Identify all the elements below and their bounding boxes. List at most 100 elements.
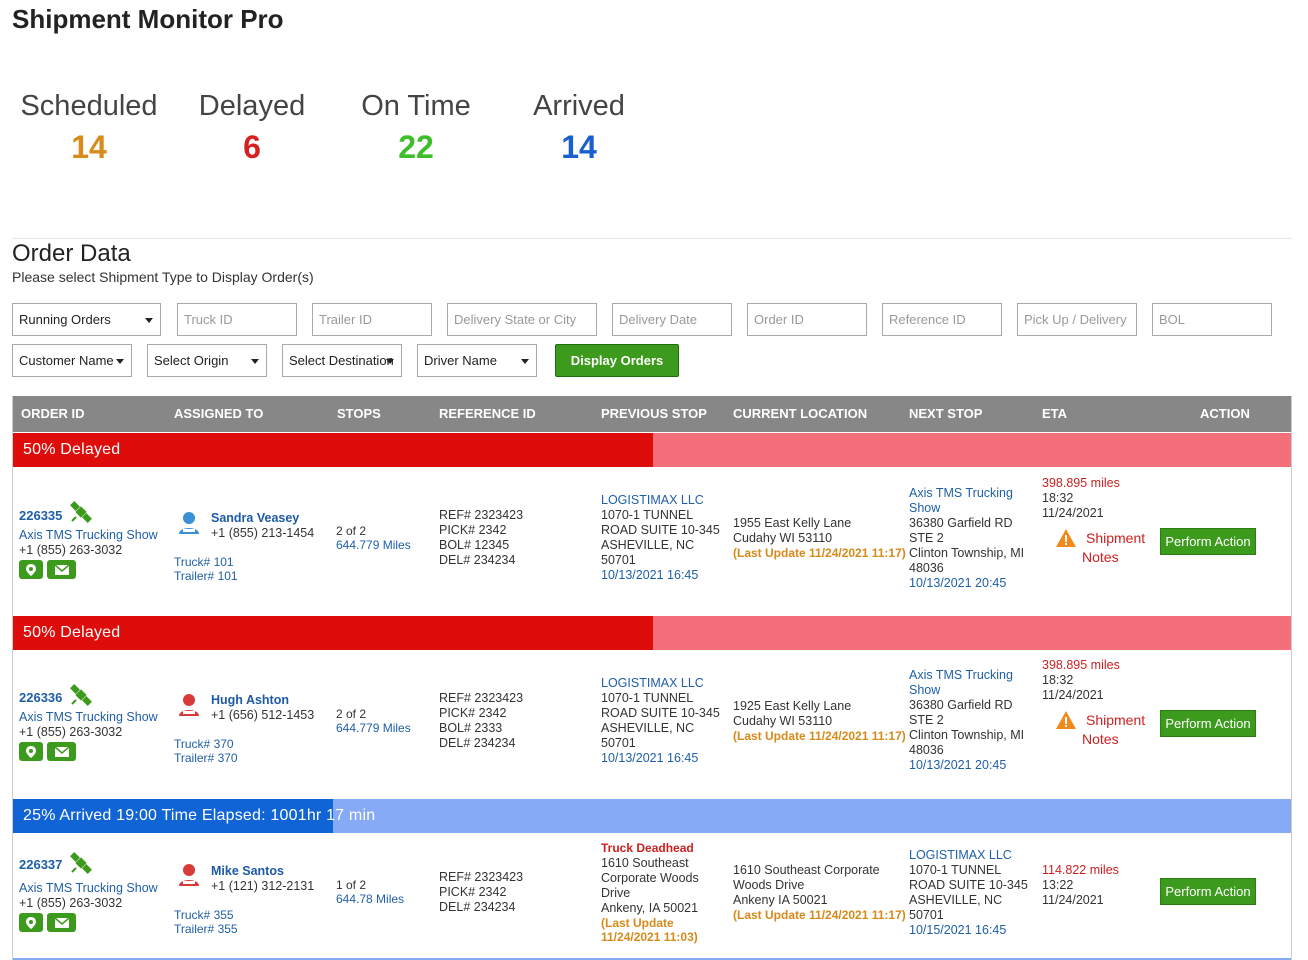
order-id-input[interactable]: Order ID [747,303,867,336]
shipment-notes-link[interactable]: Notes [1082,550,1119,565]
current-location-line: Cudahy WI 53110 [733,531,833,545]
divider [12,238,1292,239]
section-subtitle: Please select Shipment Type to Display O… [12,269,314,285]
prev-stop-name[interactable]: LOGISTIMAX LLC [601,676,704,691]
select-destination-select[interactable]: Select Destination [282,344,402,377]
display-orders-button[interactable]: Display Orders [555,344,679,377]
location-pin-icon[interactable] [19,560,43,579]
stat-delayed[interactable]: Delayed 6 [196,90,308,166]
driver-name[interactable]: Mike Santos [211,864,284,879]
location-pin-icon[interactable] [19,913,43,932]
next-stop-line: Clinton Township, MI [909,546,1025,560]
stat-on-time[interactable]: On Time 22 [358,90,474,166]
trailer-number[interactable]: Trailer# 370 [174,751,238,766]
customer-name-select[interactable]: Customer Name [12,344,132,377]
delivery-date-input[interactable]: Delivery Date [612,303,732,336]
order-id-link[interactable]: 226335 [19,508,62,523]
next-stop-time: 10/13/2021 20:45 [909,758,1007,772]
reference-pick: PICK# 2342 [439,523,507,537]
truck-number[interactable]: Truck# 370 [174,737,234,752]
col-current-location[interactable]: CURRENT LOCATION [733,406,867,421]
prev-stop-line: ROAD SUITE 10-345 [601,706,720,720]
stat-label: On Time [361,90,471,122]
eta-time: 13:22 [1042,878,1074,892]
reference-ref: REF# 2323423 [439,691,524,705]
bol-input[interactable]: BOL [1152,303,1272,336]
current-location-update: (Last Update 11/24/2021 11:17) [733,908,906,922]
stat-scheduled[interactable]: Scheduled 14 [18,90,160,166]
customer-name[interactable]: Axis TMS Trucking Show [19,528,158,543]
col-reference-id[interactable]: REFERENCE ID [439,406,536,421]
trailer-number[interactable]: Trailer# 101 [174,569,238,584]
trailer-id-input[interactable]: Trailer ID [312,303,432,336]
order-id-link[interactable]: 226336 [19,690,62,705]
shipment-notes-link[interactable]: Shipment [1086,531,1145,546]
next-stop-name[interactable]: Show [909,501,940,516]
orders-table: ORDER ID ASSIGNED TO STOPS REFERENCE ID … [12,396,1292,960]
status-bar-label: 25% Arrived 19:00 Time Elapsed: 1001hr 1… [23,807,376,824]
perform-action-button[interactable]: Perform Action [1160,878,1256,905]
col-assigned-to[interactable]: ASSIGNED TO [174,406,263,421]
reference-del: DEL# 234234 [439,900,516,914]
status-bar-label: 50% Delayed [23,624,121,641]
select-origin-select[interactable]: Select Origin [147,344,267,377]
eta-date: 11/24/2021 [1042,506,1104,520]
table-row[interactable]: 226337 Axis TMS Trucking Show +1 (855) 2… [13,833,1291,960]
reference-id-input[interactable]: Reference ID [882,303,1002,336]
driver-name-select[interactable]: Driver Name [417,344,537,377]
next-stop-line: 48036 [909,561,944,575]
next-stop-name[interactable]: Axis TMS Trucking [909,668,1013,683]
running-orders-select[interactable]: Running Orders [12,303,161,336]
shipment-notes-link[interactable]: Shipment [1086,713,1145,728]
table-row[interactable]: 226336 Axis TMS Trucking Show +1 (855) 2… [13,650,1291,800]
mail-icon[interactable] [47,560,76,579]
stat-label: Scheduled [20,90,158,122]
warning-icon[interactable] [1055,710,1077,730]
prev-stop-time: 10/13/2021 16:45 [601,568,699,582]
warning-icon[interactable] [1055,528,1077,548]
perform-action-button[interactable]: Perform Action [1160,710,1256,737]
satellite-icon[interactable] [69,683,93,707]
col-previous-stop[interactable]: PREVIOUS STOP [601,406,707,421]
delivery-state-input[interactable]: Delivery State or City [447,303,597,336]
prev-stop-title: Truck Deadhead [601,841,694,855]
stops-miles: 644.779 Miles [336,538,411,552]
customer-name[interactable]: Axis TMS Trucking Show [19,881,158,896]
truck-number[interactable]: Truck# 355 [174,908,234,923]
order-id-link[interactable]: 226337 [19,857,62,872]
table-row[interactable]: 226335 Axis TMS Trucking Show +1 (855) 2… [13,467,1291,617]
col-action[interactable]: ACTION [1200,406,1250,421]
reference-ref: REF# 2323423 [439,870,524,884]
perform-action-button[interactable]: Perform Action [1160,528,1256,555]
col-eta[interactable]: ETA [1042,406,1067,421]
driver-name[interactable]: Sandra Veasey [211,511,299,526]
customer-name[interactable]: Axis TMS Trucking Show [19,710,158,725]
next-stop-line: 1070-1 TUNNEL [909,863,1002,877]
trailer-number[interactable]: Trailer# 355 [174,922,238,937]
col-stops[interactable]: STOPS [337,406,381,421]
section-title: Order Data [12,240,131,267]
mail-icon[interactable] [47,742,76,761]
reference-ref: REF# 2323423 [439,508,524,522]
next-stop-name[interactable]: LOGISTIMAX LLC [909,848,1012,863]
truck-number[interactable]: Truck# 101 [174,555,234,570]
satellite-icon[interactable] [69,500,93,524]
driver-name[interactable]: Hugh Ashton [211,693,289,708]
col-order-id[interactable]: ORDER ID [21,406,85,421]
stat-arrived[interactable]: Arrived 14 [530,90,628,166]
next-stop-line: STE 2 [909,713,944,727]
satellite-icon[interactable] [69,851,93,875]
next-stop-name[interactable]: Show [909,683,940,698]
eta-date: 11/24/2021 [1042,893,1104,907]
mail-icon[interactable] [47,913,76,932]
shipment-notes-link[interactable]: Notes [1082,732,1119,747]
location-pin-icon[interactable] [19,742,43,761]
next-stop-time: 10/15/2021 16:45 [909,923,1007,937]
truck-id-input[interactable]: Truck ID [177,303,297,336]
next-stop-name[interactable]: Axis TMS Trucking [909,486,1013,501]
col-next-stop[interactable]: NEXT STOP [909,406,982,421]
prev-stop-line: ROAD SUITE 10-345 [601,523,720,537]
prev-stop-name[interactable]: LOGISTIMAX LLC [601,493,704,508]
pickup-delivery-input[interactable]: Pick Up / Delivery [1017,303,1137,336]
prev-stop-line: 50701 [601,553,636,567]
